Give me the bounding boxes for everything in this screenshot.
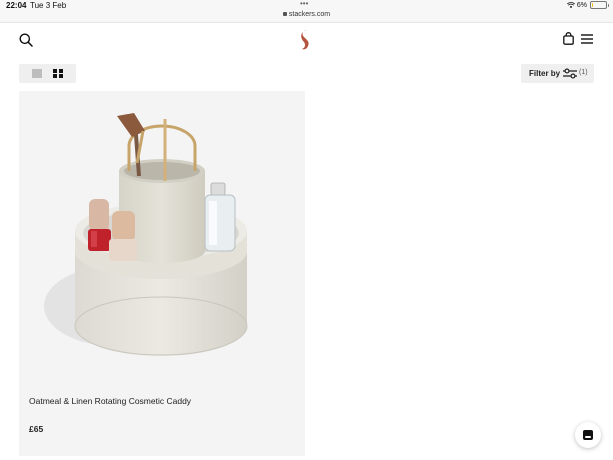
- chat-icon: [583, 430, 593, 440]
- grid-view-icon[interactable]: [53, 69, 63, 78]
- sliders-icon: [563, 68, 577, 79]
- product-card[interactable]: Oatmeal & Linen Rotating Cosmetic Caddy …: [19, 91, 305, 456]
- filter-label: Filter by: [529, 69, 561, 78]
- status-bar: 22:04 Tue 3 Feb ••• stackers.com 6%: [0, 0, 613, 23]
- chat-button[interactable]: [575, 422, 601, 448]
- filter-count: (1): [579, 69, 588, 76]
- lock-icon: [282, 12, 287, 16]
- battery-icon: [590, 1, 609, 9]
- status-right: 6%: [566, 1, 609, 9]
- filter-button[interactable]: Filter by (1): [521, 64, 594, 83]
- stackers-logo[interactable]: [299, 29, 313, 51]
- hamburger-menu-icon[interactable]: [581, 34, 593, 44]
- address-bar[interactable]: stackers.com: [0, 11, 613, 18]
- status-date: Tue 3 Feb: [30, 1, 67, 10]
- single-view-icon[interactable]: [32, 69, 42, 78]
- shopping-bag-icon[interactable]: [563, 32, 574, 45]
- tab-dots[interactable]: •••: [300, 0, 308, 8]
- wifi-icon: [566, 1, 575, 8]
- product-price: £65: [29, 424, 44, 434]
- search-icon[interactable]: [19, 33, 33, 47]
- product-name[interactable]: Oatmeal & Linen Rotating Cosmetic Caddy: [29, 396, 191, 406]
- product-image[interactable]: [19, 91, 305, 373]
- view-toggle: [19, 64, 76, 83]
- url-text: stackers.com: [288, 11, 331, 18]
- site-header: [0, 24, 613, 58]
- status-time: 22:04: [6, 1, 27, 10]
- battery-percent: 6%: [576, 1, 587, 9]
